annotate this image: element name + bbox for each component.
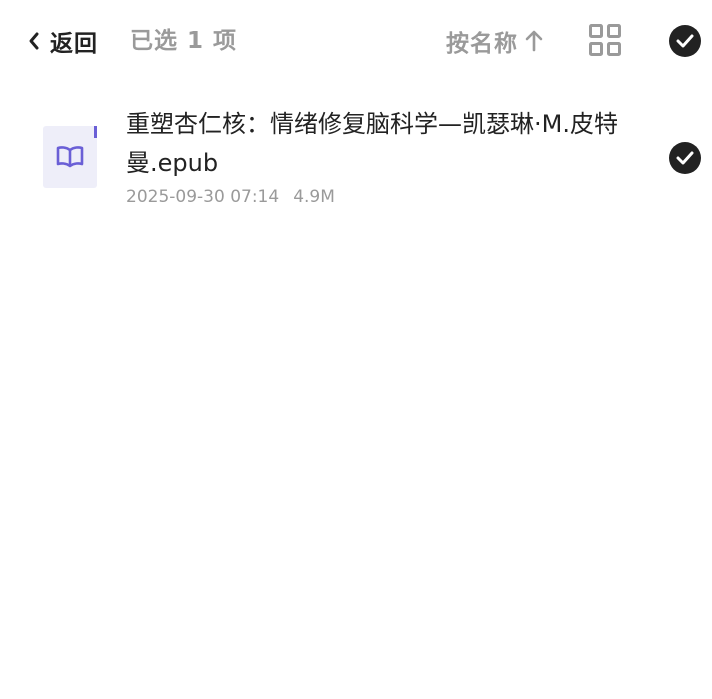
- file-name: 重塑杏仁核：情绪修复脑科学—凯瑟琳·M.皮特曼.epub: [126, 110, 618, 177]
- list-item[interactable]: 重塑杏仁核：情绪修复脑科学—凯瑟琳·M.皮特曼.epub 2025-09-30 …: [0, 96, 712, 226]
- sort-button[interactable]: 按名称: [446, 22, 544, 60]
- top-bar: 返回 已选 1 项 按名称: [0, 0, 712, 82]
- check-icon: [676, 151, 694, 165]
- selected-count: 已选 1 项: [130, 28, 238, 54]
- item-checkbox[interactable]: [669, 142, 701, 174]
- grid-view-button[interactable]: [589, 24, 621, 56]
- book-icon: [56, 146, 84, 168]
- sort-label: 按名称: [446, 31, 518, 57]
- grid-view-icon: [589, 24, 621, 56]
- file-size: 4.9M: [293, 187, 335, 207]
- chevron-left-icon: [29, 32, 39, 50]
- file-date: 2025-09-30 07:14: [126, 187, 280, 207]
- back-label: 返回: [50, 31, 98, 57]
- arrow-up-icon: [525, 30, 543, 52]
- select-all-checkbox[interactable]: [669, 25, 701, 57]
- back-button[interactable]: 返回: [28, 22, 98, 60]
- file-meta: 2025-09-30 07:14 4.9M: [126, 187, 335, 207]
- file-thumbnail: [43, 126, 97, 188]
- thumbnail-corner-mark: [94, 126, 97, 138]
- check-icon: [676, 34, 694, 48]
